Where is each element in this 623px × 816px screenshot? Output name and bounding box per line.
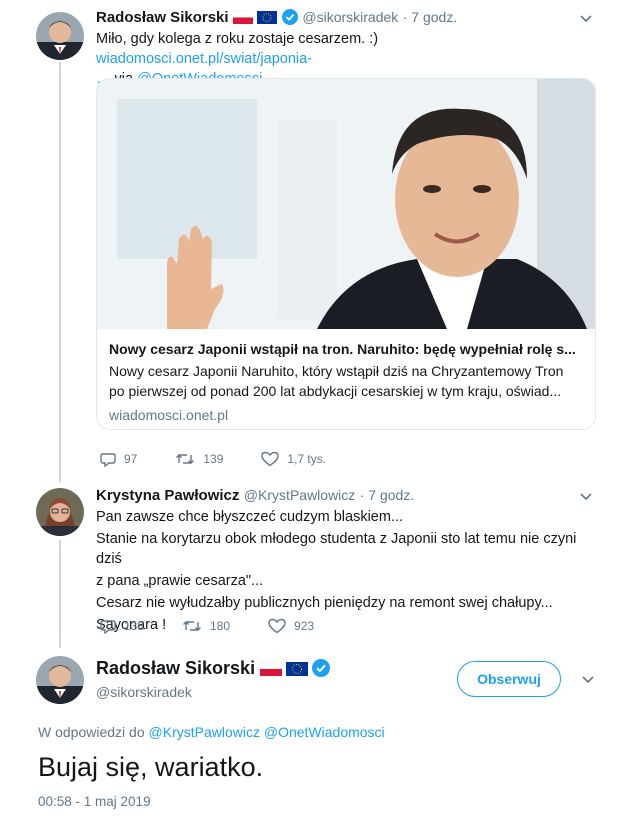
reply-user-link[interactable]: @OnetWiadomosci <box>260 724 385 740</box>
tweet-text: Pan zawsze chce błyszczeć cudzym blaskie… <box>96 507 606 635</box>
reply-button[interactable]: 97 <box>100 451 137 467</box>
article-link[interactable]: wiadomosci.onet.pl/swiat/japonia- <box>96 51 312 67</box>
reply-button[interactable]: 138 <box>100 618 144 634</box>
retweet-button[interactable]: 139 <box>175 451 223 467</box>
tweet-line: z pana „prawie cesarza"... <box>96 573 264 589</box>
reply-count: 97 <box>124 452 138 466</box>
author-name[interactable]: Radosław Sikorski <box>96 658 255 678</box>
avatar[interactable] <box>36 488 84 536</box>
thread-line <box>59 540 61 648</box>
poland-flag-icon <box>259 661 282 681</box>
card-image[interactable] <box>97 79 595 329</box>
tweet-actions: 97 139 1,7 tys. <box>100 451 364 467</box>
main-tweet-text: Bujaj się, wariatko. <box>38 752 264 782</box>
like-button[interactable]: 1,7 tys. <box>261 451 326 467</box>
reply-icon <box>100 620 116 634</box>
like-count: 923 <box>294 619 315 633</box>
retweet-icon <box>183 621 202 631</box>
tweet-line: Stanie na korytarzu obok młodego student… <box>96 531 577 567</box>
tweet-actions: 138 180 923 <box>100 618 352 634</box>
eu-flag-icon <box>257 11 278 29</box>
author-name[interactable]: Krystyna Pawłowicz <box>96 487 239 504</box>
avatar[interactable] <box>36 12 84 60</box>
card-description-line: Nowy cesarz Japonii Naruhito, który wstą… <box>109 363 564 379</box>
verified-icon <box>281 9 298 30</box>
retweet-button[interactable]: 180 <box>182 618 230 634</box>
tweet-timestamp[interactable]: 00:58 - 1 maj 2019 <box>38 794 151 809</box>
verified-icon <box>312 659 331 682</box>
like-icon <box>261 451 280 467</box>
like-button[interactable]: 923 <box>268 618 314 634</box>
card-description-line: po pierwszej od ponad 200 lat abdykacji … <box>109 383 562 399</box>
retweet-count: 180 <box>210 619 231 633</box>
reply-user-link[interactable]: @KrystPawlowicz <box>149 724 260 740</box>
reply-icon <box>100 453 116 467</box>
chevron-down-icon[interactable] <box>581 675 595 685</box>
thread-line <box>59 62 61 482</box>
like-icon <box>268 618 286 634</box>
reply-count: 138 <box>124 619 145 633</box>
tweet-time[interactable]: · 7 godz. <box>403 9 457 25</box>
reply-prefix: W odpowiedzi do <box>38 724 149 740</box>
poland-flag-icon <box>232 10 254 29</box>
author-handle[interactable]: @sikorskiradek <box>302 9 398 25</box>
retweet-count: 139 <box>203 452 224 466</box>
reply-context: W odpowiedzi do @KrystPawlowicz @OnetWia… <box>38 724 385 740</box>
tweet-line: Pan zawsze chce błyszczeć cudzym blaskie… <box>96 509 404 525</box>
chevron-down-icon[interactable] <box>579 14 593 24</box>
tweet-text: Miło, gdy kolega z roku zostaje cesarzem… <box>96 31 379 47</box>
card-title[interactable]: Nowy cesarz Japonii wstąpił na tron. Nar… <box>109 339 583 359</box>
retweet-icon <box>176 454 195 464</box>
tweet-line: Cesarz nie wyłudzałby publicznych pienię… <box>96 595 553 611</box>
author-handle[interactable]: @KrystPawlowicz <box>244 487 355 503</box>
author-name[interactable]: Radosław Sikorski <box>96 9 229 26</box>
author-handle[interactable]: @sikorskiradek <box>96 684 192 700</box>
link-card[interactable]: Nowy cesarz Japonii wstąpił na tron. Nar… <box>96 78 596 430</box>
eu-flag-icon <box>285 662 308 681</box>
avatar[interactable] <box>36 656 84 704</box>
like-count: 1,7 tys. <box>287 452 327 466</box>
chevron-down-icon[interactable] <box>579 492 593 502</box>
follow-button[interactable]: Obserwuj <box>457 661 561 697</box>
card-domain: wiadomosci.onet.pl <box>109 407 229 423</box>
tweet-time[interactable]: · 7 godz. <box>360 487 414 503</box>
